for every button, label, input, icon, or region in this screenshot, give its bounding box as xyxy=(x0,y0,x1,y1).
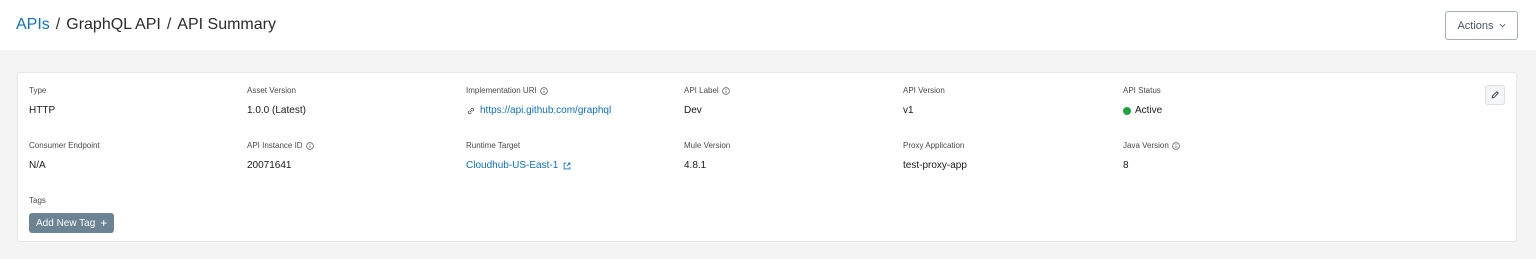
field-value: 20071641 xyxy=(247,160,292,171)
info-icon[interactable] xyxy=(721,87,730,95)
tags-section: Tags Add New Tag + xyxy=(29,196,115,233)
field-label: API Instance ID xyxy=(247,141,303,150)
info-icon[interactable] xyxy=(305,142,314,150)
status-dot-icon xyxy=(1123,107,1131,115)
field-api-instance-id: API Instance ID 20071641 xyxy=(247,141,314,172)
field-label: API Status xyxy=(1123,86,1161,95)
breadcrumb-apis-link[interactable]: APIs xyxy=(16,16,50,33)
runtime-target-text: Cloudhub-US-East-1 xyxy=(466,160,559,171)
field-label: API Label xyxy=(684,86,719,95)
field-value: Dev xyxy=(684,105,702,116)
info-icon[interactable] xyxy=(539,87,548,95)
field-mule-version: Mule Version 4.8.1 xyxy=(684,141,730,172)
field-label: Runtime Target xyxy=(466,141,521,150)
field-consumer-endpoint: Consumer Endpoint N/A xyxy=(29,141,100,172)
api-summary-card: Type HTTP Asset Version 1.0.0 (Latest) I… xyxy=(17,72,1517,242)
actions-label: Actions xyxy=(1457,19,1494,32)
tags-label: Tags xyxy=(29,196,46,205)
implementation-uri-link[interactable]: https://api.github.com/graphql xyxy=(466,105,611,117)
chevron-down-icon xyxy=(1499,23,1505,28)
page-header: APIs / GraphQL API / API Summary Actions xyxy=(0,0,1536,50)
field-implementation-uri: Implementation URI https://api.github.co… xyxy=(466,86,611,117)
breadcrumb-api-name: GraphQL API xyxy=(66,16,161,33)
pencil-icon xyxy=(1491,91,1499,99)
field-value: 8 xyxy=(1123,160,1129,171)
field-api-status: API Status Active xyxy=(1123,86,1162,117)
field-label: Asset Version xyxy=(247,86,296,95)
breadcrumb-separator: / xyxy=(55,16,61,33)
page-title: API Summary xyxy=(177,16,276,33)
runtime-target-link[interactable]: Cloudhub-US-East-1 xyxy=(466,160,572,172)
field-label: Mule Version xyxy=(684,141,731,150)
plus-icon: + xyxy=(100,216,108,230)
field-runtime-target: Runtime Target Cloudhub-US-East-1 xyxy=(466,141,572,172)
field-label: Java Version xyxy=(1123,141,1169,150)
field-value: 1.0.0 (Latest) xyxy=(247,105,306,116)
field-api-version: API Version v1 xyxy=(903,86,945,117)
field-value: HTTP xyxy=(29,105,56,116)
field-label-row: Java Version xyxy=(1123,141,1180,151)
status-value: Active xyxy=(1123,105,1162,117)
info-icon[interactable] xyxy=(1172,142,1180,150)
field-value: 4.8.1 xyxy=(684,160,707,171)
field-java-version: Java Version 8 xyxy=(1123,141,1180,172)
field-api-label: API Label Dev xyxy=(684,86,730,117)
field-value: N/A xyxy=(29,160,46,171)
external-link-icon xyxy=(563,162,571,170)
field-type: Type HTTP xyxy=(29,86,55,117)
field-label: Consumer Endpoint xyxy=(29,141,100,150)
status-text: Active xyxy=(1135,105,1163,116)
field-label: Proxy Application xyxy=(903,141,965,150)
implementation-uri-text: https://api.github.com/graphql xyxy=(480,105,612,116)
add-new-tag-button[interactable]: Add New Tag + xyxy=(29,213,115,233)
breadcrumb-separator: / xyxy=(166,16,172,33)
field-label-row: API Label xyxy=(684,86,730,96)
field-label: Implementation URI xyxy=(466,86,537,95)
link-icon xyxy=(467,107,475,115)
edit-button[interactable] xyxy=(1485,85,1505,105)
field-proxy-application: Proxy Application test-proxy-app xyxy=(903,141,967,172)
field-asset-version: Asset Version 1.0.0 (Latest) xyxy=(247,86,306,117)
field-value: test-proxy-app xyxy=(903,160,967,171)
actions-dropdown-button[interactable]: Actions xyxy=(1445,11,1518,40)
field-label: Type xyxy=(29,86,47,95)
field-label-row: API Instance ID xyxy=(247,141,314,151)
add-new-tag-label: Add New Tag xyxy=(36,217,96,229)
field-value: v1 xyxy=(903,105,914,116)
field-label: API Version xyxy=(903,86,945,95)
breadcrumb: APIs / GraphQL API / API Summary xyxy=(16,15,276,35)
field-label-row: Implementation URI xyxy=(466,86,611,96)
